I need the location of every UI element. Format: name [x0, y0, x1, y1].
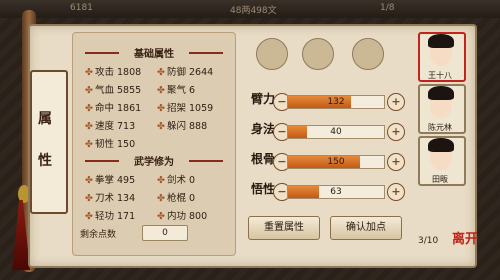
- attr-bar: 63: [287, 185, 385, 199]
- stat-attack: ✤ 攻击 1808: [85, 67, 142, 78]
- level-counter: 6181: [70, 3, 93, 13]
- plus-button[interactable]: +: [387, 123, 405, 141]
- attr-row-strength: 臂力 − 132 +: [240, 90, 410, 114]
- attr-row-constitution: 根骨 − 150 +: [240, 150, 410, 174]
- tab-label-2: 性: [38, 153, 52, 169]
- stat-spear: ✤ 枪棍 0: [157, 193, 196, 204]
- remaining-points-label: 剩余点数: [80, 230, 117, 240]
- plus-button[interactable]: +: [387, 93, 405, 111]
- stat-lightness: ✤ 轻功 171: [85, 211, 136, 222]
- character-list: 王十八 陈元林 田畈: [414, 32, 470, 254]
- attr-value: 40: [330, 127, 342, 137]
- confirm-points-button[interactable]: 确认加点: [330, 216, 402, 240]
- page-indicator: 3/10: [418, 236, 439, 246]
- attr-bar: 40: [287, 125, 385, 139]
- stat-parry: ✤ 招架 1059: [157, 103, 214, 114]
- stat-dodge: ✤ 躲闪 888: [157, 121, 208, 132]
- reset-attributes-button[interactable]: 重置属性: [248, 216, 320, 240]
- stat-speed: ✤ 速度 713: [85, 121, 136, 132]
- basic-stats-title: 基础属性: [134, 49, 174, 60]
- money-counter: 48两498文: [230, 6, 277, 16]
- character-name: 田畈: [432, 175, 448, 184]
- attr-row-insight: 悟性 − 63 +: [240, 180, 410, 204]
- tab-label-1: 属: [38, 111, 52, 127]
- stats-panel: 基础属性 ✤ 攻击 1808 ✤ 防御 2644 ✤ 气血 5855 ✤ 聚气 6 ✤ 命…: [72, 32, 236, 256]
- stat-hp: ✤ 气血 5855: [85, 85, 142, 96]
- stat-blade: ✤ 刀术 134: [85, 193, 136, 204]
- character-name: 王十八: [428, 71, 452, 80]
- attr-bar: 132: [287, 95, 385, 109]
- attr-row-agility: 身法 − 40 +: [240, 120, 410, 144]
- top-status-bar: 6181 48两498文 1/8: [0, 0, 500, 18]
- figure-icon[interactable]: [352, 38, 384, 70]
- stat-qi: ✤ 聚气 6: [157, 85, 196, 96]
- remaining-points-value: 0: [142, 225, 188, 241]
- attr-bar: 150: [287, 155, 385, 169]
- plus-button[interactable]: +: [387, 183, 405, 201]
- exit-logo[interactable]: 离开: [452, 228, 488, 264]
- armor-icon[interactable]: [302, 38, 334, 70]
- attr-value: 63: [330, 187, 342, 197]
- martial-stats-title: 武学修为: [134, 157, 174, 168]
- tab-attributes[interactable]: [30, 70, 68, 214]
- stat-sword: ✤ 剑术 0: [157, 175, 196, 186]
- plus-button[interactable]: +: [387, 153, 405, 171]
- stat-defense: ✤ 防御 2644: [157, 67, 214, 78]
- character-name: 陈元林: [428, 123, 452, 132]
- stat-inner: ✤ 内功 800: [157, 211, 208, 222]
- hat-icon[interactable]: [256, 38, 288, 70]
- attr-value: 150: [327, 157, 345, 167]
- stat-accuracy: ✤ 命中 1861: [85, 103, 142, 114]
- energy-counter: 1/8: [380, 3, 395, 13]
- stat-fist: ✤ 拳掌 495: [85, 175, 136, 186]
- attr-value: 132: [327, 97, 345, 107]
- stat-toughness: ✤ 韧性 150: [85, 139, 136, 150]
